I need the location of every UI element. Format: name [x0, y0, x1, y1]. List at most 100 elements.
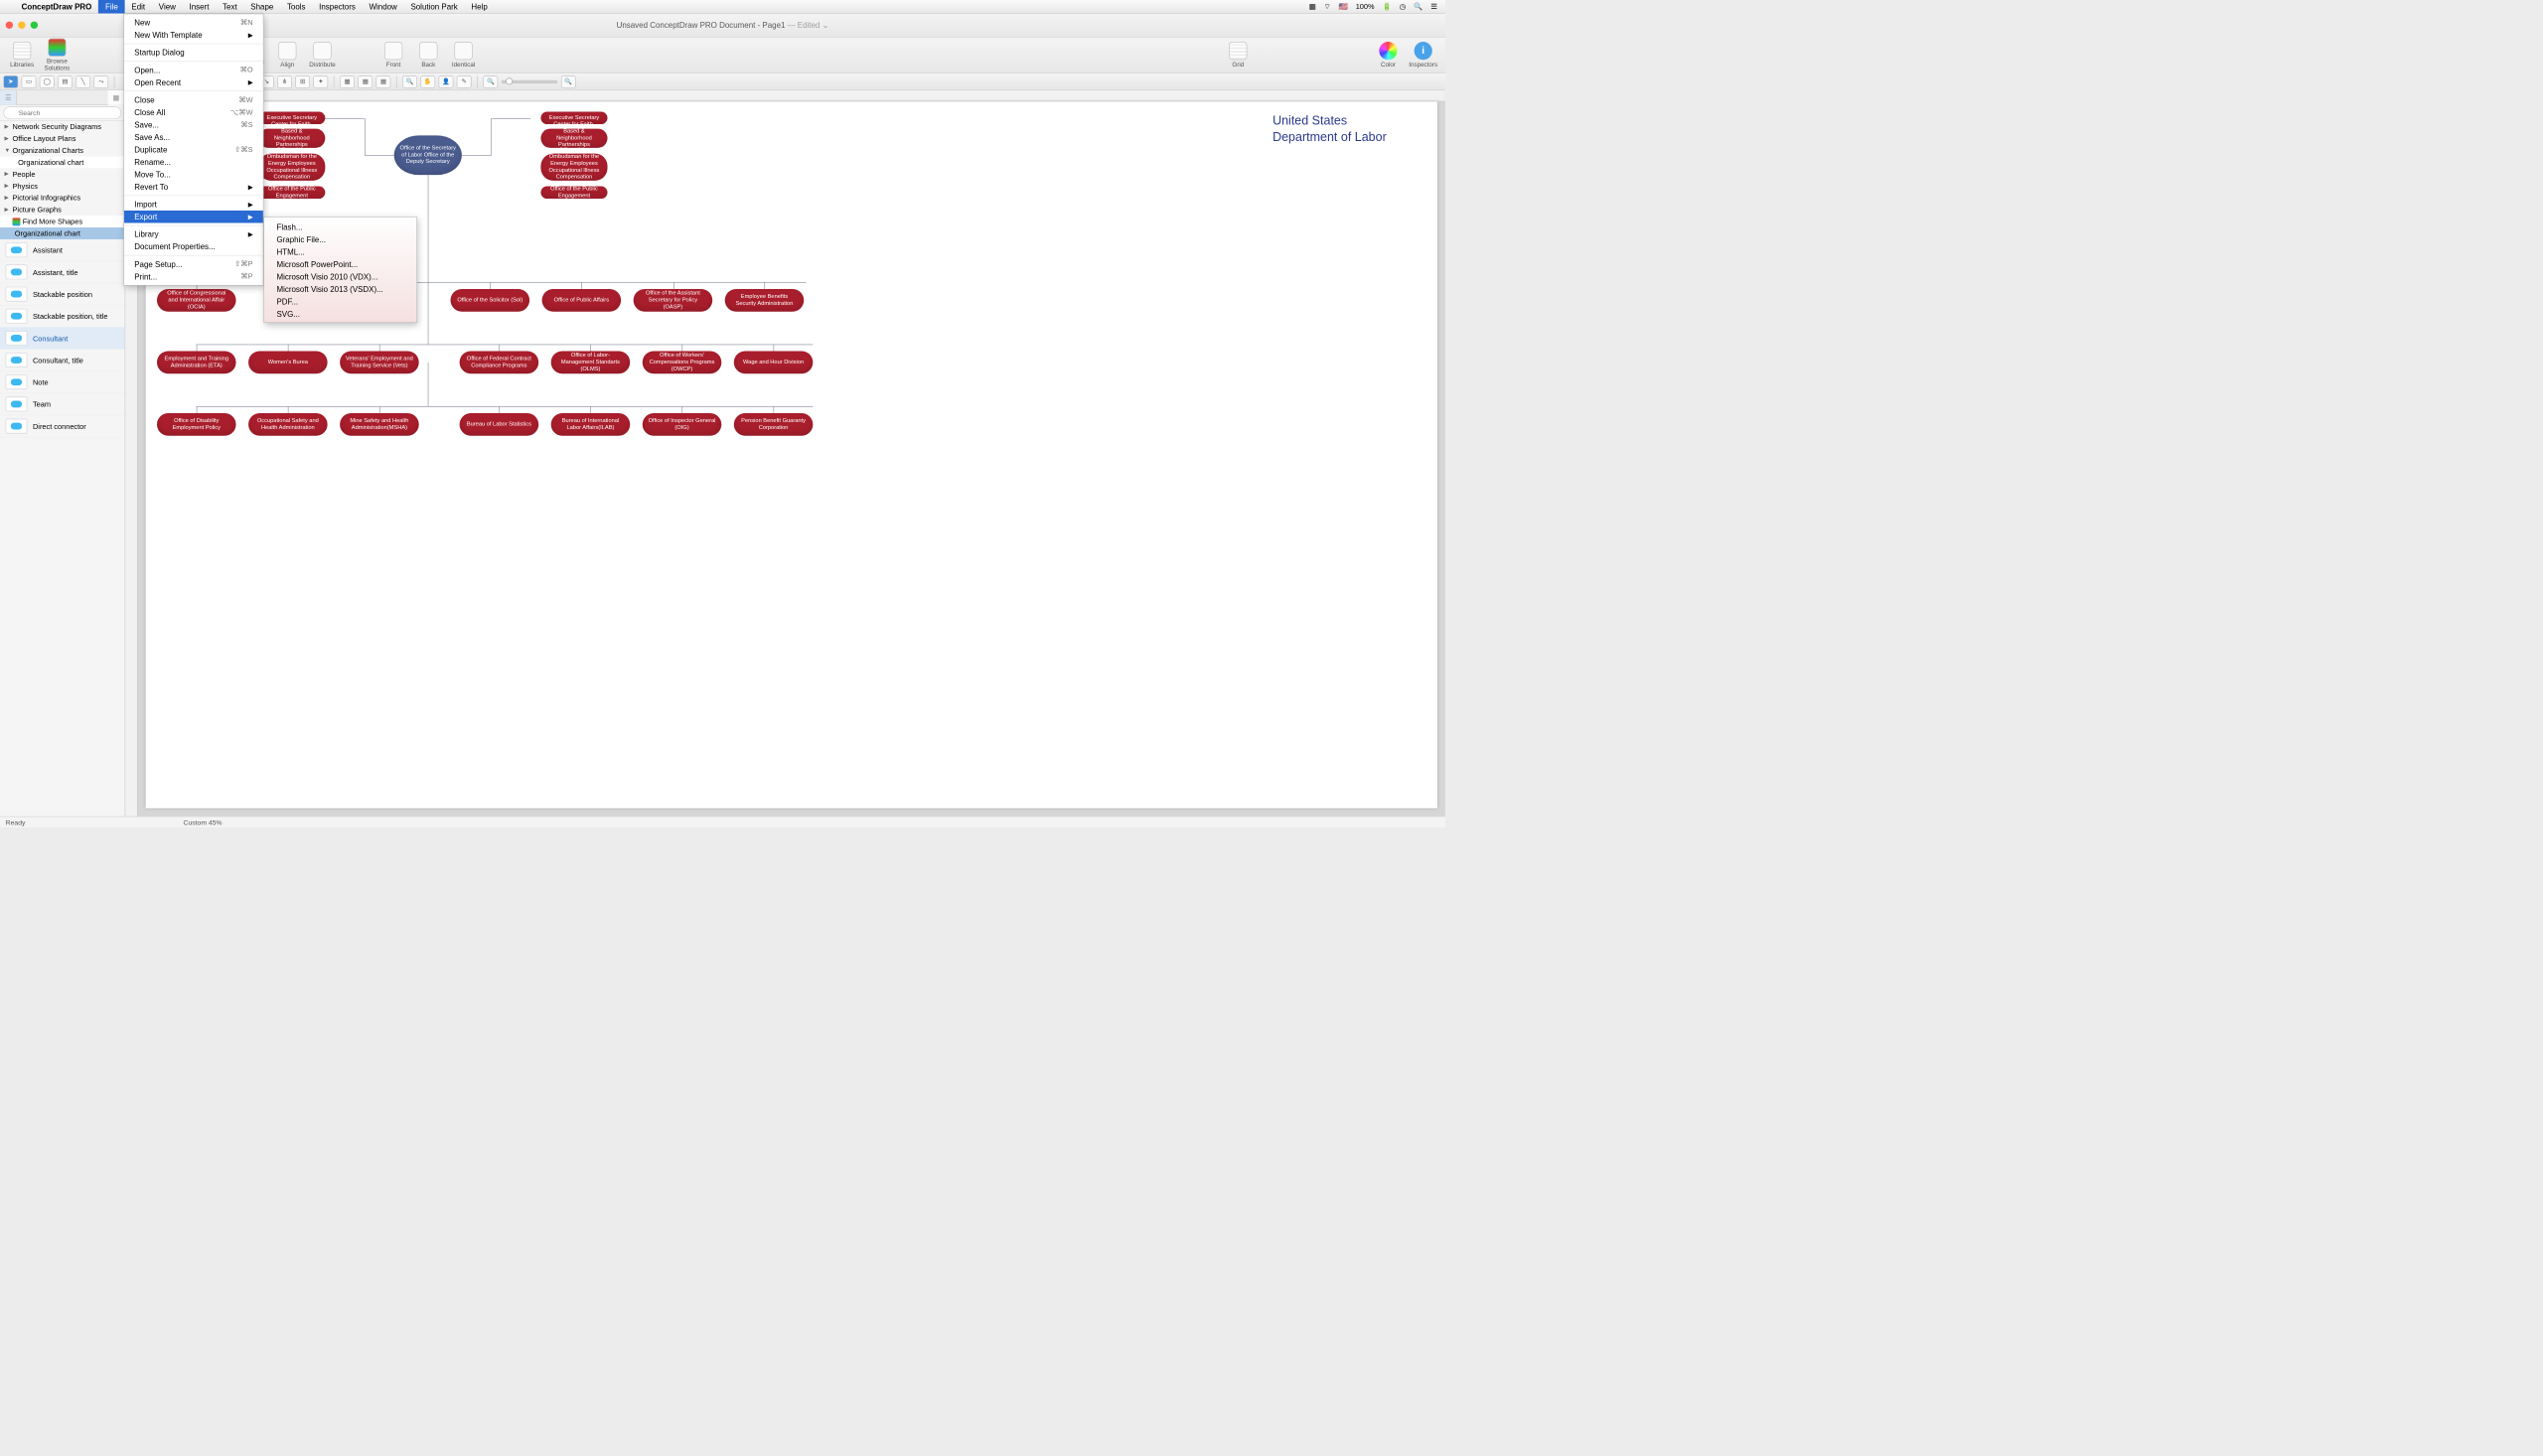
- shape-tool-5[interactable]: ▦: [340, 75, 355, 88]
- org-node[interactable]: Office of Congressional and Internationa…: [157, 289, 236, 312]
- org-node[interactable]: Center for Faith-Based & Neighborhood Pa…: [540, 129, 607, 148]
- menu-item-close-all[interactable]: Close All⌥⌘W: [124, 106, 263, 119]
- menu-item-startup-dialog[interactable]: Startup Dialog: [124, 47, 263, 60]
- export-item-pdf-[interactable]: PDF...: [264, 295, 416, 308]
- org-node[interactable]: Occupational Safety and Health Administr…: [248, 413, 328, 436]
- menu-item-duplicate[interactable]: Duplicate⇧⌘S: [124, 143, 263, 156]
- wifi-icon[interactable]: ⌔: [1324, 2, 1331, 11]
- menu-item-print-[interactable]: Print...⌘P: [124, 270, 263, 283]
- org-node[interactable]: Office of the Public Engagement: [540, 187, 607, 200]
- menu-solution-park[interactable]: Solution Park: [404, 0, 465, 13]
- back-button[interactable]: Back: [412, 42, 445, 69]
- pencil-tool[interactable]: ✎: [457, 75, 472, 88]
- connector-tool[interactable]: ⤳: [93, 75, 108, 88]
- browse-solutions-button[interactable]: Browse Solutions: [41, 39, 74, 73]
- grid-icon[interactable]: ▦: [1309, 2, 1316, 11]
- shape-tool-6[interactable]: ▦: [358, 75, 373, 88]
- menu-icon[interactable]: ☰: [1430, 2, 1437, 11]
- org-node[interactable]: Women's Burea: [248, 351, 328, 373]
- tree-child[interactable]: Organizational chart: [0, 156, 125, 168]
- libraries-tab[interactable]: ☰: [0, 90, 17, 105]
- org-node[interactable]: Pension Benefit Guaranty Corporation: [734, 413, 814, 436]
- tree-item[interactable]: ▼Organizational Charts: [0, 144, 125, 156]
- menu-item-save-as-[interactable]: Save As...: [124, 131, 263, 144]
- export-item-flash-[interactable]: Flash...: [264, 220, 416, 233]
- tree-item[interactable]: ▶Pictorial Infographics: [0, 192, 125, 204]
- close-button[interactable]: [6, 22, 13, 29]
- tree-item[interactable]: ▶Network Security Diagrams: [0, 121, 125, 133]
- menu-item-revert-to[interactable]: Revert To▶: [124, 181, 263, 194]
- org-node[interactable]: Employment and Training Administration (…: [157, 351, 236, 373]
- zoom-button[interactable]: [31, 22, 38, 29]
- org-node[interactable]: Office of Public Affairs: [542, 289, 622, 312]
- canvas[interactable]: United StatesDepartment of Labor Office …: [146, 101, 1437, 808]
- menu-item-open-recent[interactable]: Open Recent▶: [124, 76, 263, 89]
- shape-item[interactable]: Assistant: [0, 239, 125, 261]
- shape-item[interactable]: Stackable position, title: [0, 305, 125, 327]
- shape-item[interactable]: Consultant, title: [0, 350, 125, 371]
- export-item-microsoft-visio-vsdx-[interactable]: Microsoft Visio 2013 (VSDX)...: [264, 282, 416, 295]
- org-node[interactable]: Mine Safety and Health Administration(MS…: [340, 413, 419, 436]
- zoom-out[interactable]: 🔍: [483, 75, 498, 88]
- shape-tool-7[interactable]: ▦: [375, 75, 390, 88]
- libraries-button[interactable]: Libraries: [6, 42, 39, 69]
- menu-item-rename-[interactable]: Rename...: [124, 156, 263, 169]
- menu-edit[interactable]: Edit: [125, 0, 152, 13]
- org-node[interactable]: Office of the Assistant Secretary for Po…: [634, 289, 713, 312]
- shape-tool-4[interactable]: ✦: [313, 75, 328, 88]
- search-field[interactable]: [0, 105, 125, 121]
- menu-item-page-setup-[interactable]: Page Setup...⇧⌘P: [124, 258, 263, 271]
- rect-tool[interactable]: ▭: [22, 75, 37, 88]
- tree-item[interactable]: ▶Picture Graphs: [0, 204, 125, 216]
- zoom-in[interactable]: 🔍: [561, 75, 576, 88]
- pointer-tool[interactable]: ➤: [3, 75, 18, 88]
- org-node[interactable]: Office of Federal Contract Compliance Pr…: [460, 351, 539, 373]
- menu-help[interactable]: Help: [465, 0, 495, 13]
- identical-button[interactable]: Identical: [447, 42, 480, 69]
- find-more-shapes[interactable]: Find More Shapes: [0, 216, 125, 227]
- export-item-svg-[interactable]: SVG...: [264, 307, 416, 320]
- shape-item[interactable]: Assistant, title: [0, 261, 125, 283]
- color-button[interactable]: Color: [1372, 42, 1405, 69]
- org-node[interactable]: Bureau of Labor Statistics: [460, 413, 539, 436]
- minimize-button[interactable]: [18, 22, 25, 29]
- org-node[interactable]: Office of Disability Employment Policy: [157, 413, 236, 436]
- org-node[interactable]: Office of the Solicitor (Sol): [451, 289, 530, 312]
- export-item-html-[interactable]: HTML...: [264, 245, 416, 258]
- menu-inspectors[interactable]: Inspectors: [312, 0, 362, 13]
- pan-tool[interactable]: ✋: [420, 75, 435, 88]
- menu-text[interactable]: Text: [216, 0, 243, 13]
- text-tool[interactable]: ▤: [58, 75, 73, 88]
- menu-item-new-with-template[interactable]: New With Template▶: [124, 29, 263, 42]
- shape-tool-3[interactable]: ⊞: [295, 75, 310, 88]
- spotlight-icon[interactable]: 🔍: [1414, 2, 1422, 11]
- tree-selected[interactable]: Organizational chart: [0, 227, 125, 239]
- tree-item[interactable]: ▶Office Layout Plans: [0, 133, 125, 145]
- line-tool[interactable]: ╲: [75, 75, 90, 88]
- menu-item-open-[interactable]: Open...⌘O: [124, 64, 263, 76]
- org-node[interactable]: Office of the Ombudsman for the Energy E…: [540, 154, 607, 181]
- menu-item-document-properties-[interactable]: Document Properties...: [124, 240, 263, 253]
- menu-tools[interactable]: Tools: [280, 0, 312, 13]
- org-node[interactable]: Office of the Ombudsman for the Energy E…: [258, 154, 325, 181]
- shape-item[interactable]: Team: [0, 393, 125, 415]
- org-node[interactable]: Wage and Hour Division: [734, 351, 814, 373]
- zoom-level[interactable]: Custom 45%: [184, 818, 223, 826]
- org-node[interactable]: Office of Inspector General (OIG): [643, 413, 722, 436]
- align-button[interactable]: Align: [271, 42, 304, 69]
- tree-item[interactable]: ▶People: [0, 168, 125, 180]
- zoom-slider[interactable]: [502, 79, 558, 82]
- menu-view[interactable]: View: [152, 0, 183, 13]
- menu-insert[interactable]: Insert: [183, 0, 217, 13]
- shape-item[interactable]: Consultant: [0, 328, 125, 350]
- ellipse-tool[interactable]: ◯: [40, 75, 55, 88]
- distribute-button[interactable]: Distribute: [306, 42, 339, 69]
- menu-shape[interactable]: Shape: [243, 0, 280, 13]
- shape-item[interactable]: Direct connector: [0, 415, 125, 437]
- shape-tool-2[interactable]: ⋔: [277, 75, 292, 88]
- flag-icon[interactable]: 🇺🇸: [1339, 2, 1348, 11]
- export-item-microsoft-powerpoint-[interactable]: Microsoft PowerPoint...: [264, 257, 416, 270]
- org-node[interactable]: Office of the Public Engagement: [258, 187, 325, 200]
- org-node[interactable]: Bureau of International Labor Affairs(IL…: [551, 413, 631, 436]
- shape-item[interactable]: Stackable position: [0, 283, 125, 305]
